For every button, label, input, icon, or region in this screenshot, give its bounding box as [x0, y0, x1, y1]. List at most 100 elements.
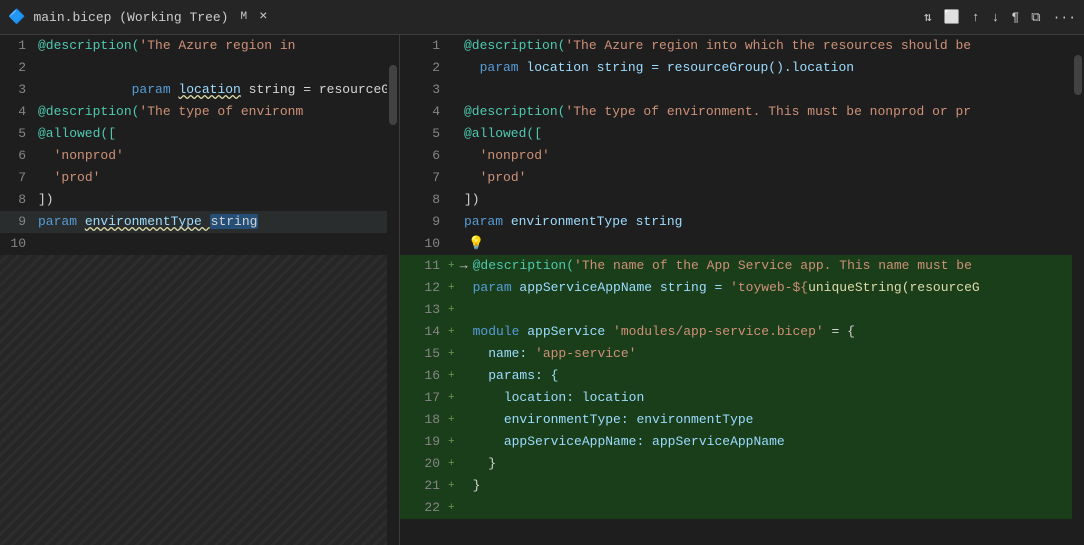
right-line-content-12[interactable]: param appServiceAppName string = 'toyweb… — [473, 277, 1084, 299]
left-code-editor[interactable]: 1 @description('The Azure region in 2 pa… — [0, 35, 399, 545]
right-scrollbar-thumb[interactable] — [1074, 55, 1082, 95]
line-content-4[interactable]: @description('The type of environm — [38, 101, 399, 123]
right-line-number-11: 11 — [400, 255, 446, 277]
scroll-up-icon[interactable]: ↑ — [972, 10, 980, 25]
right-line-6: 6 'nonprod' — [400, 145, 1084, 167]
right-line-content-16[interactable]: params: { — [473, 365, 1084, 387]
right-line-content-21[interactable]: } — [473, 475, 1084, 497]
more-actions-icon[interactable]: ··· — [1053, 10, 1076, 25]
right-line-13: 13 + — [400, 299, 1084, 321]
diff-plus-14: + — [448, 321, 455, 343]
line-content-5[interactable]: @allowed([ — [38, 123, 399, 145]
diff-plus-12: + — [448, 277, 455, 299]
compare-icon[interactable]: ⇅ — [924, 10, 932, 25]
right-line-content-17[interactable]: location: location — [473, 387, 1084, 409]
right-line-18: 18 + environmentType: environmentType — [400, 409, 1084, 431]
line-number-7: 7 — [0, 167, 38, 189]
line-number-10: 10 — [0, 233, 38, 255]
line-6: 6 'nonprod' — [0, 145, 399, 167]
right-line-content-6[interactable]: 'nonprod' — [464, 145, 1084, 167]
split-view-icon[interactable]: ⧉ — [1031, 10, 1040, 25]
diff-plus-19: + — [448, 431, 455, 453]
right-line-number-10: 10 — [400, 233, 446, 255]
right-line-19: 19 + appServiceAppName: appServiceAppNam… — [400, 431, 1084, 453]
line-7: 7 'prod' — [0, 167, 399, 189]
line-4: 4 @description('The type of environm — [0, 101, 399, 123]
right-line-number-18: 18 — [400, 409, 446, 431]
right-line-content-9[interactable]: param environmentType string — [464, 211, 1084, 233]
right-line-1: 1 @description('The Azure region into wh… — [400, 35, 1084, 57]
right-line-number-14: 14 — [400, 321, 446, 343]
right-line-number-7: 7 — [400, 167, 446, 189]
right-line-3: 3 — [400, 79, 1084, 101]
right-line-9: 9 param environmentType string — [400, 211, 1084, 233]
right-line-number-4: 4 — [400, 101, 446, 123]
toolbar-actions: ⇅ ⬜ ↑ ↓ ¶ ⧉ ··· — [924, 10, 1076, 25]
right-line-12: 12 + param appServiceAppName string = 't… — [400, 277, 1084, 299]
right-line-number-9: 9 — [400, 211, 446, 233]
deleted-region — [0, 255, 399, 545]
tab-title[interactable]: main.bicep (Working Tree) — [33, 10, 228, 25]
right-line-content-11[interactable]: @description('The name of the App Servic… — [473, 255, 1084, 277]
right-line-content-2[interactable]: param location string = resourceGroup().… — [464, 57, 1084, 79]
line-content-6[interactable]: 'nonprod' — [38, 145, 399, 167]
line-number-3: 3 — [0, 79, 38, 101]
diff-plus-11: + — [448, 255, 455, 277]
line-number-6: 6 — [0, 145, 38, 167]
right-line-number-15: 15 — [400, 343, 446, 365]
right-line-number-12: 12 — [400, 277, 446, 299]
right-line-11: 11 + → @description('The name of the App… — [400, 255, 1084, 277]
right-line-content-20[interactable]: } — [473, 453, 1084, 475]
paragraph-icon[interactable]: ¶ — [1011, 10, 1019, 25]
diff-plus-17: + — [448, 387, 455, 409]
right-line-content-5[interactable]: @allowed([ — [464, 123, 1084, 145]
right-line-20: 20 + } — [400, 453, 1084, 475]
right-line-4: 4 @description('The type of environment.… — [400, 101, 1084, 123]
right-line-number-21: 21 — [400, 475, 446, 497]
left-scrollbar[interactable] — [387, 35, 399, 545]
right-line-number-8: 8 — [400, 189, 446, 211]
line-content-9[interactable]: param environmentType string — [38, 211, 399, 233]
line-number-2: 2 — [0, 57, 38, 79]
right-line-number-1: 1 — [400, 35, 446, 57]
right-line-10: 10 💡 — [400, 233, 1084, 255]
line-2: 2 param location string = resourceGr — [0, 57, 399, 79]
right-line-content-15[interactable]: name: 'app-service' — [473, 343, 1084, 365]
right-line-7: 7 'prod' — [400, 167, 1084, 189]
close-tab-button[interactable]: × — [259, 9, 267, 25]
right-line-number-22: 22 — [400, 497, 446, 519]
right-line-number-19: 19 — [400, 431, 446, 453]
right-line-21: 21 + } — [400, 475, 1084, 497]
right-line-number-17: 17 — [400, 387, 446, 409]
right-line-content-18[interactable]: environmentType: environmentType — [473, 409, 1084, 431]
right-line-content-19[interactable]: appServiceAppName: appServiceAppName — [473, 431, 1084, 453]
split-editor-icon[interactable]: ⬜ — [944, 10, 960, 25]
modified-indicator: M — [240, 11, 247, 23]
right-line-content-7[interactable]: 'prod' — [464, 167, 1084, 189]
right-line-17: 17 + location: location — [400, 387, 1084, 409]
line-number-8: 8 — [0, 189, 38, 211]
right-scrollbar[interactable] — [1072, 35, 1084, 545]
title-bar: 🔷 main.bicep (Working Tree) M × ⇅ ⬜ ↑ ↓ … — [0, 0, 1084, 35]
diff-plus-22: + — [448, 497, 455, 519]
scroll-down-icon[interactable]: ↓ — [992, 10, 1000, 25]
line-content-8[interactable]: ]) — [38, 189, 399, 211]
right-line-5: 5 @allowed([ — [400, 123, 1084, 145]
right-line-content-1[interactable]: @description('The Azure region into whic… — [464, 35, 1084, 57]
right-line-16: 16 + params: { — [400, 365, 1084, 387]
right-line-content-14[interactable]: module appService 'modules/app-service.b… — [473, 321, 1084, 343]
left-scrollbar-thumb[interactable] — [389, 65, 397, 125]
right-line-content-8[interactable]: ]) — [464, 189, 1084, 211]
right-line-14: 14 + module appService 'modules/app-serv… — [400, 321, 1084, 343]
right-line-number-20: 20 — [400, 453, 446, 475]
line-content-7[interactable]: 'prod' — [38, 167, 399, 189]
right-line-number-2: 2 — [400, 57, 446, 79]
line-number-4: 4 — [0, 101, 38, 123]
line-content-1[interactable]: @description('The Azure region in — [38, 35, 399, 57]
right-line-content-4[interactable]: @description('The type of environment. T… — [464, 101, 1084, 123]
file-icon: 🔷 — [8, 9, 25, 26]
right-line-22: 22 + — [400, 497, 1084, 519]
diff-plus-21: + — [448, 475, 455, 497]
right-code-editor[interactable]: 1 @description('The Azure region into wh… — [400, 35, 1084, 545]
diff-plus-16: + — [448, 365, 455, 387]
